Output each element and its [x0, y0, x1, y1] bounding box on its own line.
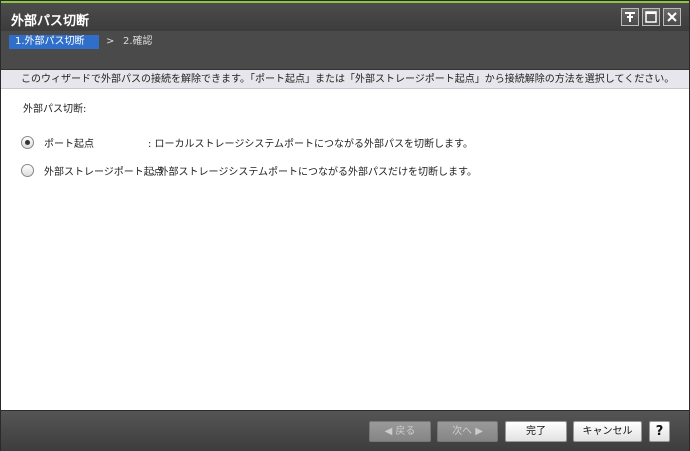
option-port-desc: : ローカルストレージシステムポートにつながる外部パスを切断します。 [148, 139, 474, 150]
option-port[interactable]: ポート起点 : ローカルストレージシステムポートにつながる外部パスを切断します。 [21, 136, 473, 150]
option-external-port-name: 外部ストレージポート起点 [44, 167, 164, 178]
form-label: 外部パス切断: [23, 104, 87, 115]
step-next: 2.確認 [123, 36, 153, 47]
radio-external-port[interactable] [21, 164, 34, 177]
window-title: 外部パス切断 [11, 14, 90, 29]
step-current: 1.外部パス切断 [9, 35, 99, 49]
pin-icon [625, 12, 635, 22]
option-external-port[interactable]: 外部ストレージポート起点 : 外部ストレージシステムポートにつながる外部パスだけ… [21, 164, 477, 178]
option-external-port-desc: : 外部ストレージシステムポートにつながる外部パスだけを切断します。 [152, 167, 478, 178]
option-port-name: ポート起点 [44, 139, 94, 150]
window-controls [621, 8, 681, 26]
wizard-steps: 1.外部パス切断 > 2.確認 [1, 31, 689, 70]
step-separator: > [106, 36, 115, 47]
close-button[interactable] [663, 8, 681, 26]
finish-button[interactable]: 完了 [505, 421, 567, 442]
radio-port[interactable] [21, 136, 34, 149]
cancel-button[interactable]: キャンセル [573, 421, 642, 442]
title-bar: 外部パス切断 [1, 1, 689, 31]
back-button[interactable]: ◀ 戻る [369, 421, 431, 442]
pin-button[interactable] [621, 8, 639, 26]
wizard-description: このウィザードで外部パスの接続を解除できます。「ポート起点」または「外部ストレー… [1, 70, 689, 89]
maximize-icon [645, 11, 657, 23]
wizard-footer: ◀ 戻る 次へ ▶ 完了 キャンセル ? [1, 410, 689, 451]
help-button[interactable]: ? [649, 421, 670, 442]
close-icon [667, 12, 677, 22]
next-button[interactable]: 次へ ▶ [437, 421, 498, 442]
maximize-button[interactable] [642, 8, 660, 26]
wizard-window: 外部パス切断 1.外部パス切断 > 2.確認 このウィザードで外部パスの接続を解… [0, 0, 690, 451]
